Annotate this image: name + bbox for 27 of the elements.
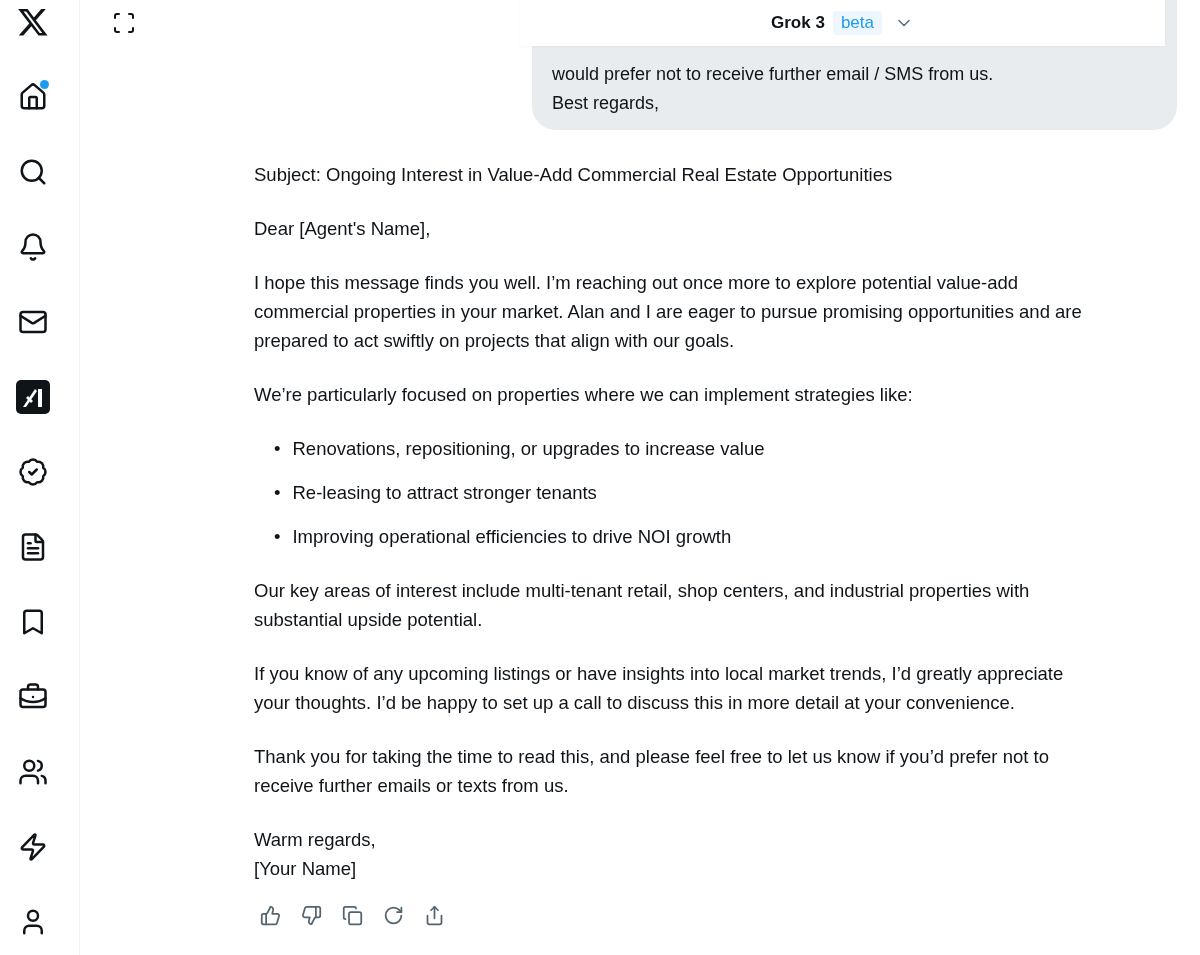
reply-paragraph: We’re particularly focused on properties where we can implement strategies like:	[254, 383, 914, 407]
home-icon	[17, 82, 48, 112]
bullet-item: Re-leasing to attract stronger tenants	[292, 481, 597, 505]
reply-paragraph: Our key areas of interest include multi-tenant retail, shop centers, and industrial properties with substantial upside potential.	[254, 579, 1031, 632]
reply-paragraph: Dear [Agent's Name],	[254, 217, 432, 241]
bullet-marker: •	[274, 481, 281, 505]
sign-off-line: [Your Name]	[254, 857, 358, 881]
expand-button[interactable]	[111, 10, 137, 36]
model-name: Grok 3	[771, 13, 825, 33]
reply-paragraph: Subject: Ongoing Interest in Value-Add Commercial Real Estate Opportunities	[254, 163, 894, 187]
reply-paragraph: Thank you for taking the time to read this, and please feel free to let us know if you’d prefer not to receive further emails or texts from us.	[254, 745, 1050, 798]
like-button[interactable]	[258, 903, 282, 927]
sign-off-line: Warm regards,	[254, 828, 377, 852]
dislike-button[interactable]	[299, 903, 323, 927]
copy-button[interactable]	[340, 903, 364, 927]
reply-paragraph: If you know of any upcoming listings or have insights into local market trends, I’d greatly appreciate your thoughts. I’d be happy to set up a call to discuss this in more detail at your convenience.	[254, 662, 1065, 715]
message-line: would prefer not to receive further email / SMS from us.	[552, 63, 995, 86]
bullet-item: Improving operational efficiencies to drive NOI growth	[292, 525, 732, 549]
message-line: Best regards,	[552, 92, 661, 115]
bullet-item: Renovations, repositioning, or upgrades to increase value	[292, 437, 765, 461]
bullet-marker: •	[274, 437, 281, 461]
reply-paragraph: I hope this message finds you well. I’m reaching out once more to explore potential value-add commercial properties in your market. Alan and I are eager to pursue promising opportunities and are prepared to act swiftly on projects that align with our goals.	[254, 271, 1083, 353]
bullet-marker: •	[274, 525, 281, 549]
beta-badge: beta	[832, 11, 882, 35]
grok-logo-icon	[15, 380, 50, 414]
people-icon	[17, 757, 48, 787]
badge-check-icon	[17, 457, 48, 487]
